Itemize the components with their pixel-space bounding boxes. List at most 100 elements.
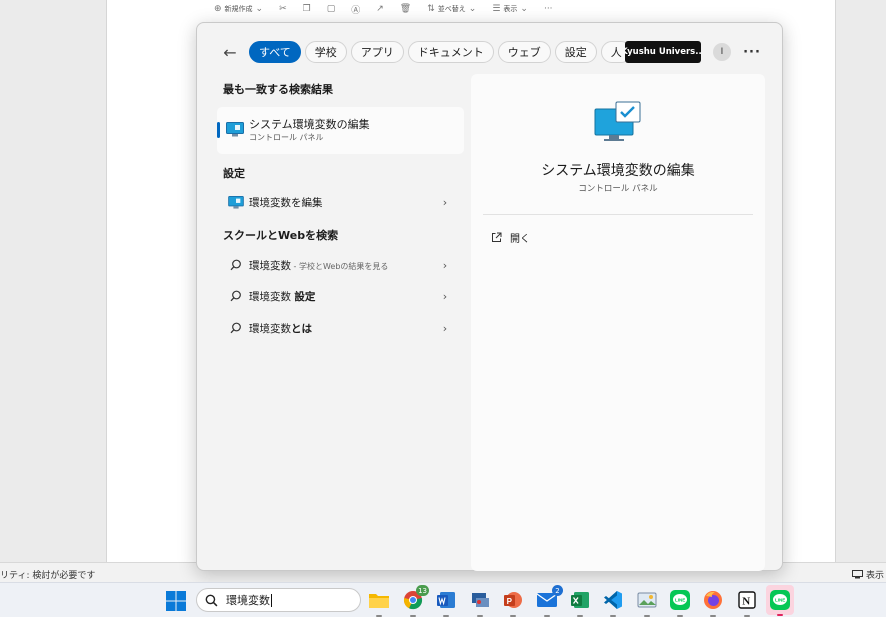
powerpoint-icon: P [504,592,522,608]
avatar[interactable]: I [713,43,731,61]
taskbar-app-line[interactable]: LINE [668,588,692,617]
sort-icon: ⇅ [427,4,435,14]
delete-button[interactable]: 🗑 [400,4,411,14]
chevron-down-icon: ⌄ [520,4,528,14]
filter-school[interactable]: 学校 [304,41,347,63]
rename-button[interactable]: Ⓐ [351,3,360,16]
web-result-3[interactable]: 環境変数とは › [217,314,464,342]
copy-icon: ❐ [302,4,311,14]
open-label: 開く [510,234,530,245]
taskbar-app-remote-desktop[interactable] [468,588,492,617]
firefox-icon [704,591,722,609]
background-right [836,0,886,568]
open-external-icon [492,232,502,242]
cut-button[interactable]: ✂ [279,4,287,14]
best-match-result[interactable]: システム環境変数の編集 コントロール パネル [217,107,464,154]
start-button[interactable] [165,590,187,612]
more-icon: ··· [543,4,553,14]
delete-icon: 🗑 [399,4,412,14]
taskbar-app-powerpoint[interactable]: P [501,588,525,617]
web-result-1[interactable]: 環境変数 - 学校とWebの結果を見る › [217,251,464,279]
taskbar-app-excel[interactable] [568,588,592,617]
notification-badge: 13 [416,585,429,596]
svg-text:P: P [507,597,513,606]
setting-result-label: 環境変数を編集 [249,196,323,209]
filter-all[interactable]: すべて [249,41,301,63]
back-arrow-icon: ← [223,42,237,62]
web-result-2-suffix: 設定 [294,290,316,303]
best-match-name: システム環境変数の編集 [249,118,370,131]
taskbar-app-mail[interactable]: 2 [535,585,563,617]
taskbar-app-word[interactable] [434,588,458,617]
web-result-3-main: 環境変数 [249,322,291,335]
taskbar-app-file-explorer[interactable] [367,588,391,617]
line-icon: LINE [770,590,790,610]
remote-desktop-icon [472,593,489,607]
setting-result[interactable]: 環境変数を編集 › [217,188,464,216]
web-result-1-main: 環境変数 [249,259,291,272]
web-result-1-hint: - 学校とWebの結果を見る [291,261,389,271]
background-left [0,0,106,568]
search-icon [227,259,245,271]
search-panel: ← すべて 学校 アプリ ドキュメント ウェブ 設定 人 ▶ Kyushu Un… [196,22,783,571]
copy-button[interactable]: ❐ [303,4,311,14]
new-icon: ⊕ [214,4,222,14]
filter-web[interactable]: ウェブ [497,41,551,63]
notion-icon: N [738,591,756,609]
control-panel-icon [594,101,642,147]
search-icon [227,322,245,334]
filter-apps[interactable]: アプリ [350,41,404,63]
open-action[interactable]: 開く [491,230,530,245]
filter-settings[interactable]: 設定 [554,41,597,63]
line-icon: LINE [670,590,690,610]
paste-icon: ▢ [326,4,336,14]
explorer-toolbar: ⊕ 新規作成 ⌄ ✂ ❐ ▢ Ⓐ ↗ 🗑 ⇅ 並べ替え ⌄ ☰ 表示 ⌄ ··· [214,0,553,18]
paste-button[interactable]: ▢ [327,4,336,14]
taskbar-app-line-active[interactable]: LINE [766,585,794,616]
share-button[interactable]: ↗ [376,4,384,14]
notification-badge: 2 [552,585,563,596]
search-icon [227,290,245,302]
view-toggle[interactable]: 表示 [851,568,884,581]
more-options-button[interactable]: ··· [544,4,553,14]
new-button[interactable]: ⊕ 新規作成 ⌄ [214,4,263,14]
photos-icon [637,592,657,608]
preview-sub: コントロール パネル [578,184,658,194]
svg-text:LINE: LINE [775,598,785,603]
chevron-right-icon: › [442,321,448,335]
view-icon: ☰ [492,4,501,14]
sort-button[interactable]: ⇅ 並べ替え ⌄ [427,4,476,14]
rename-icon: Ⓐ [351,5,361,16]
taskbar-app-notion[interactable]: N [735,588,759,617]
preview-title: システム環境変数の編集 [541,163,695,179]
taskbar-app-photos[interactable] [635,588,659,617]
selection-indicator [217,122,220,138]
more-options-button[interactable]: ··· [742,41,762,63]
chevron-right-icon: › [442,289,448,303]
filter-documents[interactable]: ドキュメント [407,41,494,63]
svg-text:LINE: LINE [675,598,685,603]
excel-icon [571,592,589,608]
taskbar-search-text: 環境変数 [226,594,270,607]
chevron-down-icon: ⌄ [255,4,264,14]
view-button[interactable]: ☰ 表示 ⌄ [492,4,528,14]
back-button[interactable]: ← [219,40,241,64]
display-icon [851,570,863,579]
account-button[interactable]: Kyushu Univers... [625,41,701,63]
more-icon: ··· [743,44,761,60]
status-text: リティ: 検討が必要です [0,571,96,581]
vscode-icon [604,591,622,609]
filter-bar: ← すべて 学校 アプリ ドキュメント ウェブ 設定 人 ▶ [219,40,678,64]
svg-text:N: N [742,596,750,608]
taskbar-app-chrome[interactable]: 13 [401,585,429,617]
chevron-right-icon: › [442,258,448,272]
taskbar-app-vscode[interactable] [601,588,625,617]
taskbar: 環境変数 13 P 2 LINE N LINE [0,582,886,617]
chevron-right-icon: › [442,195,448,209]
word-icon [437,592,455,608]
taskbar-search-input[interactable]: 環境変数 [196,588,361,612]
web-result-2[interactable]: 環境変数 設定 › [217,282,464,310]
taskbar-app-firefox[interactable] [701,588,725,617]
web-result-3-suffix: とは [291,322,312,335]
folder-icon [369,594,389,608]
